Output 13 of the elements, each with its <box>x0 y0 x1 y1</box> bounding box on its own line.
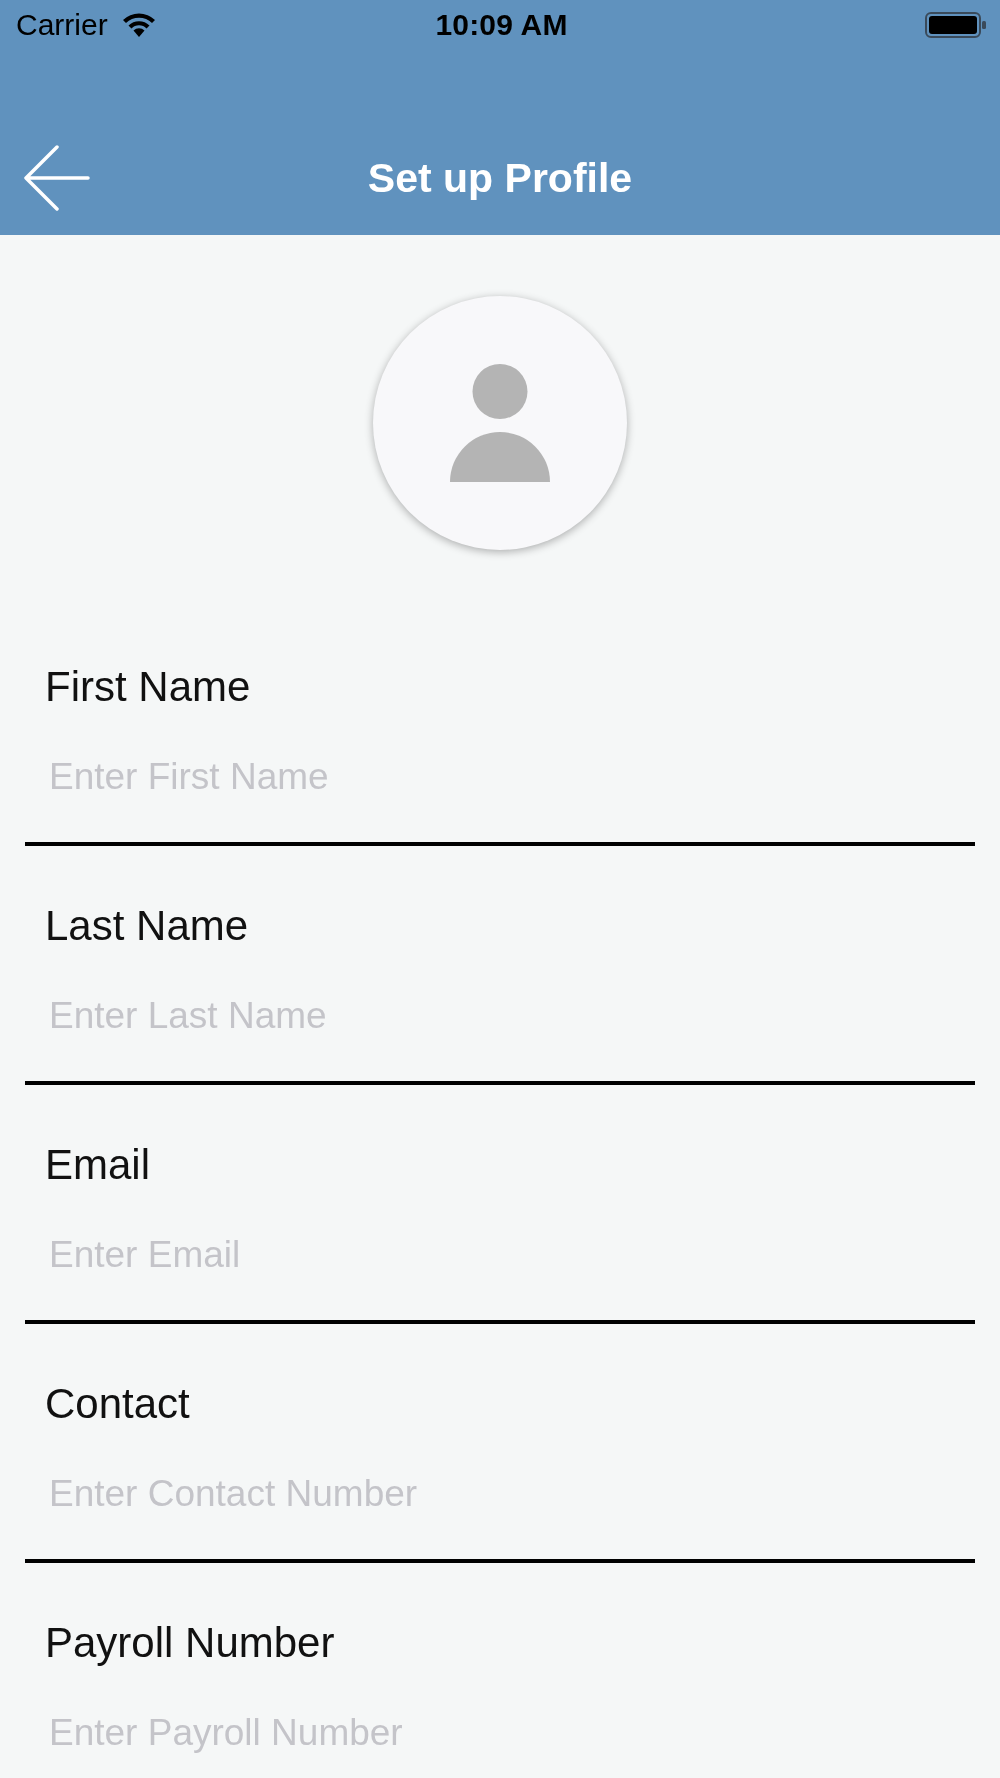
battery-icon <box>925 12 987 38</box>
field-label: First Name <box>44 662 251 712</box>
wifi-icon <box>121 13 156 37</box>
field-label: Email <box>44 1140 151 1190</box>
status-time: 10:09 AM <box>435 7 568 43</box>
page-title: Set up Profile <box>367 154 633 203</box>
field-label: Contact <box>44 1379 190 1429</box>
carrier-label: Carrier <box>16 7 108 43</box>
back-icon <box>24 145 90 211</box>
person-icon <box>450 364 550 482</box>
back-button[interactable] <box>24 145 90 211</box>
field-label: Last Name <box>44 901 249 951</box>
field-label: Payroll Number <box>44 1618 335 1668</box>
